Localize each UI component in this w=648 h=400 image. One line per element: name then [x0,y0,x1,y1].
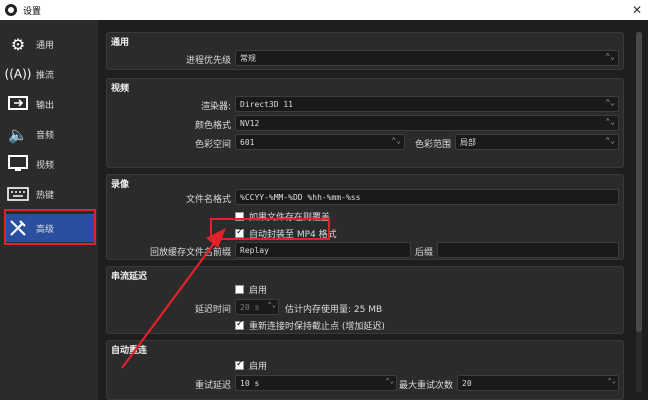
settings-sidebar: ⚙ 通用 ((A)) 推流 输出 🔈 音频 视频 热键 高级 [0,20,98,400]
keyboard-icon [6,183,30,205]
sidebar-item-stream[interactable]: ((A)) 推流 [4,60,94,88]
replay-prefix-value: Replay [240,245,269,255]
spin-arrows-icon: ⌃⌄ [607,377,616,385]
checkbox-checked-icon [235,319,244,330]
color-format-label: 颜色格式 [194,121,231,131]
antenna-icon: ((A)) [4,67,32,81]
delay-duration-spinbox[interactable]: 20 s ⌃⌄ [235,299,279,315]
sidebar-item-label: 热键 [36,190,55,201]
recording-group: 录像 文件名格式 %CCYY-%MM-%DD %hh-%mm-%ss 如果文件存… [106,174,624,260]
updown-arrow-icon: ⌃⌄ [391,136,401,145]
sidebar-item-label: 输出 [36,100,55,111]
filename-format-input[interactable]: %CCYY-%MM-%DD %hh-%mm-%ss [235,189,619,205]
color-range-select[interactable]: 局部 ⌃⌄ [455,134,619,150]
color-space-value: 601 [240,137,255,147]
updown-arrow-icon: ⌃⌄ [605,98,615,107]
retry-delay-value: 10 s [240,378,260,388]
sidebar-item-general[interactable]: ⚙ 通用 [6,30,94,58]
reconnect-group: 自动重连 启用 重试延迟 10 s ⌃⌄ 最大重试次数 20 ⌃⌄ [106,340,624,400]
group-title: 串流延迟 [111,272,148,282]
general-group: 通用 进程优先级 常规 ⌃⌄ [106,32,624,70]
reconnect-enable-checkbox[interactable]: 启用 [235,359,267,372]
video-group: 视频 渲染器: Direct3D 11 ⌃⌄ 颜色格式 NV12 ⌃⌄ 色彩空间… [106,78,624,168]
priority-value: 常规 [240,53,256,63]
filename-format-value: %CCYY-%MM-%DD %hh-%mm-%ss [240,192,361,202]
group-title: 视频 [111,84,130,94]
color-format-select[interactable]: NV12 ⌃⌄ [235,115,619,131]
sidebar-item-hotkeys[interactable]: 热键 [6,180,94,208]
title-bar: 设置 ✕ [0,0,648,20]
sidebar-item-video[interactable]: 视频 [6,150,94,178]
sidebar-item-label: 音频 [36,130,55,141]
preserve-cutoff-label: 重新连接时保持截止点 (增加延迟) [249,322,385,332]
updown-arrow-icon: ⌃⌄ [605,52,615,61]
suffix-input[interactable] [437,242,619,258]
replay-prefix-label: 回放缓存文件名前缀 [149,248,231,258]
max-retries-spinbox[interactable]: 20 ⌃⌄ [457,375,619,391]
stream-delay-enable-checkbox[interactable]: 启用 [235,283,267,296]
replay-prefix-input[interactable]: Replay [235,242,411,258]
max-retries-label: 最大重试次数 [399,381,454,391]
gear-icon: ⚙ [10,34,26,54]
updown-arrow-icon: ⌃⌄ [605,117,615,126]
spin-arrows-icon: ⌃⌄ [385,377,394,385]
group-title: 录像 [111,180,130,190]
reconnect-enable-label: 启用 [249,362,268,372]
priority-select[interactable]: 常规 ⌃⌄ [235,50,619,66]
retry-delay-label: 重试延迟 [194,381,231,391]
checkbox-checked-icon [235,359,244,370]
annotation-remux-box [210,218,330,240]
color-space-select[interactable]: 601 ⌃⌄ [235,134,405,150]
retry-delay-spinbox[interactable]: 10 s ⌃⌄ [235,375,397,391]
annotation-highlight-box [4,209,96,245]
delay-duration-value: 20 s [240,302,260,312]
delay-duration-label: 延迟时间 [194,305,231,315]
memory-usage-label: 估计内存使用量: 25 MB [285,305,383,315]
window-title: 设置 [23,6,42,17]
monitor-icon [6,153,30,175]
priority-label: 进程优先级 [185,56,231,66]
renderer-label: 渲染器: [200,102,231,112]
color-range-label: 色彩范围 [414,140,451,150]
filename-format-label: 文件名格式 [185,195,231,205]
sidebar-item-label: 视频 [36,160,55,171]
spin-arrows-icon: ⌃⌄ [267,301,276,309]
checkbox-unchecked-icon [235,285,244,294]
preserve-cutoff-checkbox[interactable]: 重新连接时保持截止点 (增加延迟) [235,319,385,332]
color-format-value: NV12 [240,118,260,128]
color-space-label: 色彩空间 [194,140,231,150]
group-title: 自动重连 [111,346,148,356]
stream-delay-group: 串流延迟 启用 延迟时间 20 s ⌃⌄ 估计内存使用量: 25 MB 重新连接… [106,266,624,334]
vertical-scrollbar[interactable] [636,32,642,392]
sidebar-item-output[interactable]: 输出 [6,90,94,118]
max-retries-value: 20 [462,378,472,388]
suffix-label: 后缀 [414,248,433,258]
renderer-select[interactable]: Direct3D 11 ⌃⌄ [235,96,619,112]
settings-content: 通用 进程优先级 常规 ⌃⌄ 视频 渲染器: Direct3D 11 ⌃⌄ 颜色… [98,20,648,400]
sidebar-item-audio[interactable]: 🔈 音频 [6,120,94,148]
renderer-value: Direct3D 11 [240,99,293,109]
sidebar-item-label: 通用 [36,40,55,51]
color-range-value: 局部 [460,137,476,147]
group-title: 通用 [111,38,130,48]
stream-delay-enable-label: 启用 [249,286,268,296]
close-icon[interactable]: ✕ [632,3,642,17]
sidebar-item-label: 推流 [36,70,55,81]
speaker-icon: 🔈 [8,124,28,144]
scrollbar-thumb[interactable] [636,32,642,332]
output-icon [6,93,30,115]
updown-arrow-icon: ⌃⌄ [605,136,615,145]
obs-logo-icon [5,4,17,16]
